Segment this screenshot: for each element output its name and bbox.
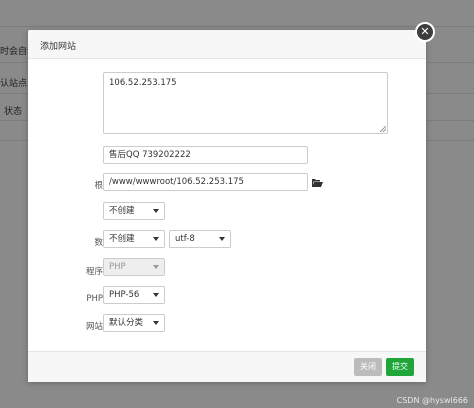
database-select[interactable]: 不创建 bbox=[103, 230, 165, 248]
note-input[interactable]: 售后QQ 739202222 bbox=[103, 146, 308, 164]
submit-button[interactable]: 提交 bbox=[386, 358, 414, 376]
resize-grip-icon[interactable] bbox=[380, 126, 386, 132]
close-icon[interactable]: ✕ bbox=[415, 22, 435, 42]
chevron-down-icon bbox=[153, 293, 159, 297]
root-dir-input[interactable]: /www/wwwroot/106.52.253.175 bbox=[103, 173, 308, 191]
background-text-status: 状态 bbox=[4, 107, 23, 117]
program-type-value: PHP bbox=[109, 262, 126, 272]
site-category-value: 默认分类 bbox=[109, 318, 144, 328]
database-value: 不创建 bbox=[109, 234, 135, 244]
close-button[interactable]: 关闭 bbox=[354, 358, 382, 376]
background-text-default-site: 认站点 bbox=[0, 79, 28, 89]
ftp-value: 不创建 bbox=[109, 206, 135, 216]
program-type-select: PHP bbox=[103, 258, 165, 276]
chevron-down-icon bbox=[153, 321, 159, 325]
chevron-down-icon bbox=[153, 237, 159, 241]
php-version-value: PHP-56 bbox=[109, 290, 140, 300]
watermark: CSDN @hyswl666 bbox=[396, 396, 468, 405]
chevron-down-icon bbox=[153, 209, 159, 213]
site-category-select[interactable]: 默认分类 bbox=[103, 314, 165, 332]
ftp-select[interactable]: 不创建 bbox=[103, 202, 165, 220]
background-divider bbox=[0, 26, 474, 27]
charset-select[interactable]: utf-8 bbox=[169, 230, 231, 248]
charset-value: utf-8 bbox=[175, 234, 195, 244]
folder-open-icon[interactable] bbox=[312, 179, 323, 187]
dialog-title: 添加网站 bbox=[40, 42, 77, 52]
php-version-select[interactable]: PHP-56 bbox=[103, 286, 165, 304]
note-value: 售后QQ 739202222 bbox=[109, 150, 191, 160]
chevron-down-icon bbox=[153, 265, 159, 269]
dialog-footer: 关闭 提交 bbox=[28, 351, 426, 382]
domain-textarea[interactable]: 106.52.253.175 bbox=[103, 72, 388, 134]
chevron-down-icon bbox=[219, 237, 225, 241]
domain-value: 106.52.253.175 bbox=[109, 78, 177, 88]
root-dir-value: /www/wwwroot/106.52.253.175 bbox=[109, 177, 244, 187]
add-site-dialog: 添加网站 域名 106.52.253.175 备注 售后QQ 739202222… bbox=[28, 30, 426, 382]
dialog-header: 添加网站 bbox=[28, 30, 426, 59]
